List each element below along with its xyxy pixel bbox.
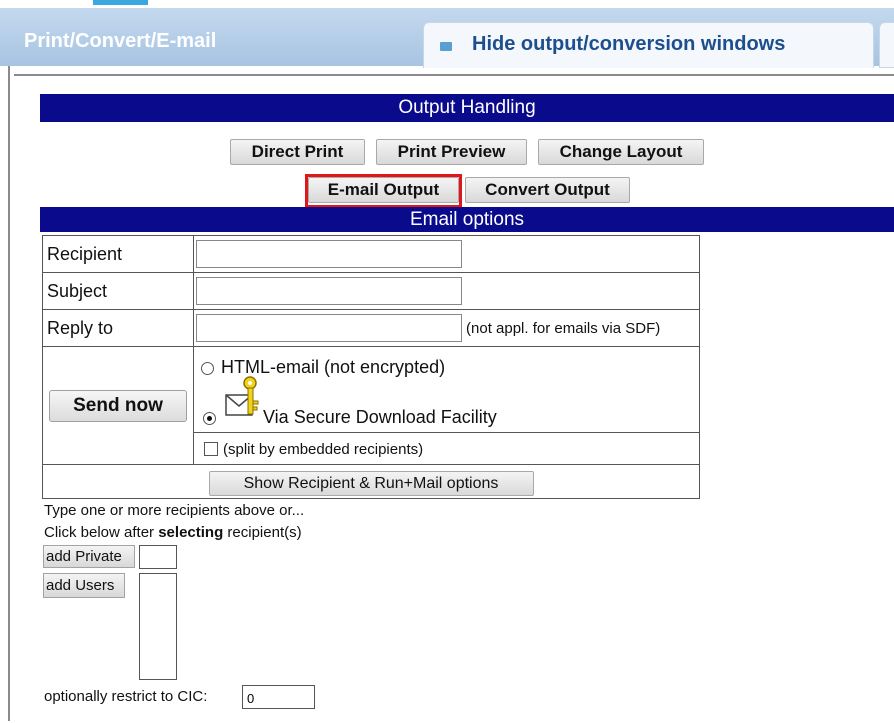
cic-label: optionally restrict to CIC:	[44, 688, 208, 705]
recipients-help-line2: Click below after selecting recipient(s)	[44, 524, 302, 541]
print-preview-button[interactable]: Print Preview	[376, 139, 527, 165]
send-now-button[interactable]: Send now	[49, 389, 187, 422]
reply-to-label: Reply to	[42, 309, 194, 347]
secure-envelope-key-icon	[224, 373, 266, 421]
hide-output-tab[interactable]: Hide output/conversion windows	[423, 22, 874, 68]
show-recipient-options-button[interactable]: Show Recipient & Run+Mail options	[208, 471, 534, 496]
active-tab-accent	[93, 0, 148, 5]
recipient-input[interactable]	[196, 240, 462, 268]
panel-left-border	[8, 66, 10, 721]
cic-input[interactable]	[242, 685, 315, 709]
help-line2-bold: selecting	[158, 524, 224, 541]
output-handling-header: Output Handling	[40, 94, 894, 122]
help-line2-suffix: recipient(s)	[227, 524, 302, 541]
change-layout-button[interactable]: Change Layout	[538, 139, 704, 165]
hide-output-tab-label: Hide output/conversion windows	[472, 33, 786, 55]
reply-to-input[interactable]	[196, 314, 462, 342]
subject-label: Subject	[42, 272, 194, 310]
sdf-label: Via Secure Download Facility	[263, 407, 497, 427]
next-tab[interactable]	[879, 22, 894, 68]
private-recipient-field[interactable]	[139, 545, 177, 569]
help-line2-prefix: Click below after	[44, 524, 155, 541]
email-options-header: Email options	[40, 207, 894, 232]
email-output-highlight	[305, 174, 462, 208]
recipients-help-line1: Type one or more recipients above or...	[44, 502, 305, 519]
sdf-radio[interactable]	[203, 411, 216, 425]
subject-input[interactable]	[196, 277, 462, 305]
window-title: Print/Convert/E-mail	[24, 30, 217, 52]
html-email-radio[interactable]	[201, 361, 214, 375]
add-private-button[interactable]: add Private	[43, 545, 135, 568]
split-recipients-checkbox[interactable]	[204, 442, 218, 457]
split-recipients-label: (split by embedded recipients)	[223, 440, 424, 458]
recipient-label: Recipient	[42, 235, 194, 273]
add-users-button[interactable]: add Users	[43, 573, 125, 598]
email-options-table: Recipient Subject Reply to (not appl. fo…	[42, 235, 700, 499]
users-list[interactable]	[139, 573, 177, 680]
top-strip	[0, 0, 894, 8]
folder-icon	[440, 42, 452, 51]
convert-output-button[interactable]: Convert Output	[465, 177, 630, 203]
reply-to-note: (not appl. for emails via SDF)	[466, 319, 661, 337]
direct-print-button[interactable]: Direct Print	[230, 139, 365, 165]
